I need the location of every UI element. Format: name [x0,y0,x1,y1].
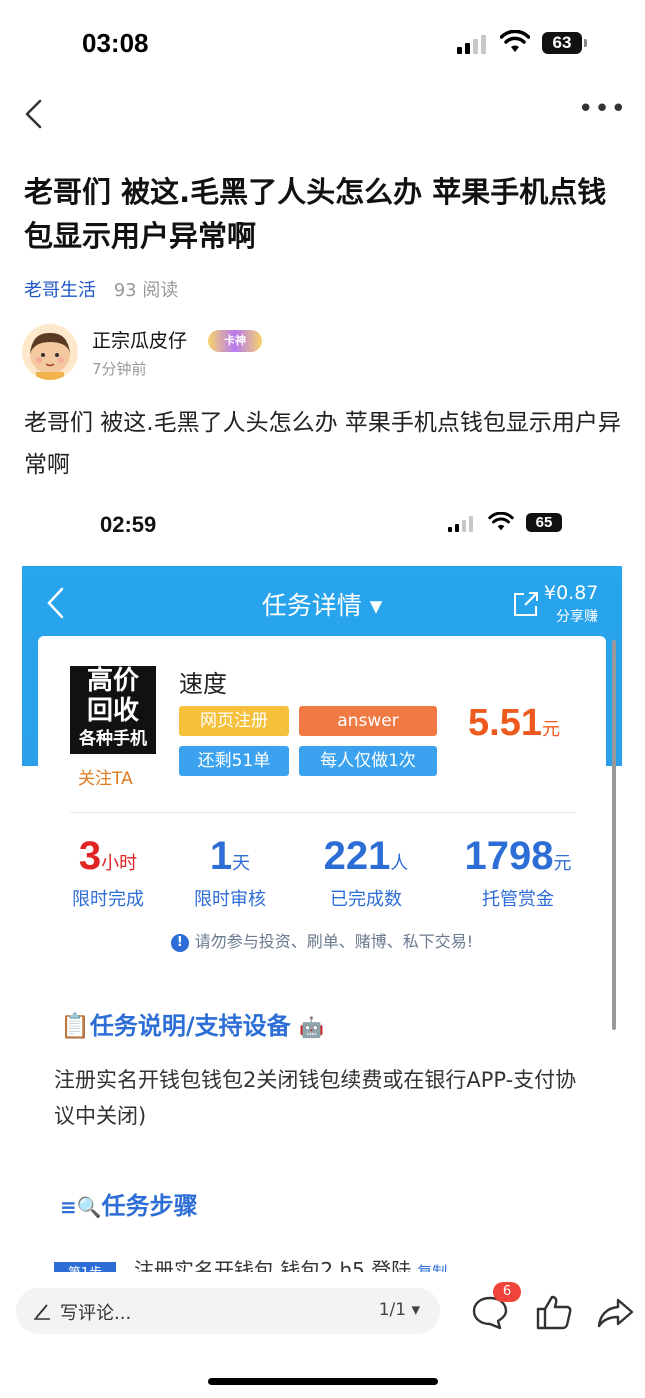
android-icon: 🤖 [299,1015,324,1039]
task-tag: 网页注册 [179,706,289,736]
signal-icon [457,34,486,54]
image-share: ¥0.87 分享赚 [512,580,622,630]
search-list-icon: ≡🔍 [60,1195,102,1219]
status-bar: 03:08 63 [0,26,645,62]
task-summary-card: 高价 回收 各种手机 关注TA 速度 网页注册 answer 还剩51单 每人仅… [38,636,606,968]
shop-logo: 高价 回收 各种手机 [70,666,156,754]
follow-label: 关注TA [78,769,133,789]
like-icon[interactable] [534,1292,574,1332]
share-icon[interactable] [596,1292,636,1332]
comment-placeholder: 写评论... [60,1303,132,1324]
stat-item: 3小时 限时完成 [72,834,144,910]
stat-item: 1798元 托管赏金 [464,834,572,910]
author-row[interactable]: 正宗瓜皮仔 卡神 7分钟前 [22,324,422,384]
task-tag: 还剩51单 [179,746,289,776]
section-title: ≡🔍任务步骤 [60,1192,198,1220]
image-signal-icon [448,516,473,532]
info-icon: ! [170,934,189,952]
read-count: 93 阅读 [113,280,179,301]
divider [70,812,576,813]
step-item: 第1步注册实名开钱包 钱包2 h5 登陆复制 [54,1254,447,1272]
task-price: 5.51元 [468,702,560,744]
group-link[interactable]: 老哥生活 [24,280,96,301]
author-name[interactable]: 正宗瓜皮仔 [92,326,187,353]
more-icon[interactable]: ••• [578,96,626,122]
image-wifi-icon [488,512,514,531]
comment-input[interactable]: 写评论... 1/1 ▾ [16,1288,440,1334]
wifi-icon [500,30,530,52]
stat-item: 1天 限时审核 [194,834,266,910]
level-badge: 卡神 [208,330,262,352]
home-indicator [208,1378,438,1385]
post-image[interactable]: 02:59 65 任务详情 ▾ ¥0.87 分享赚 高价 回收 各种手机 关注T… [22,500,622,1272]
pen-icon [34,1304,50,1320]
task-name: 速度 [179,670,227,698]
task-tag: 每人仅做1次 [299,746,437,776]
page-indicator[interactable]: 1/1 ▾ [379,1300,420,1320]
share-box-icon [514,592,538,616]
section-desc: 注册实名开钱包钱包2关闭钱包续费或在银行APP-支付协议中关闭) [54,1068,577,1128]
section-title: 📋任务说明/支持设备 🤖 [60,1012,324,1040]
stat-item: 221人 已完成数 [323,834,409,910]
battery-icon: 63 [542,32,587,54]
comment-count-badge: 6 [493,1282,521,1302]
share-label: 分享赚 [556,609,598,625]
post-time: 7分钟前 [92,360,147,378]
status-time: 03:08 [82,28,149,58]
clipboard-icon: 📋 [60,1012,90,1040]
task-description-card: 📋任务说明/支持设备 🤖 注册实名开钱包钱包2关闭钱包续费或在银行APP-支付协… [38,986,606,1148]
image-battery-icon: 65 [526,513,562,532]
post-title: 老哥们 被这.毛黑了人头怎么办 苹果手机点钱包显示用户异常啊 [24,175,607,253]
warning-notice: ! 请勿参与投资、刷单、赌博、私下交易! [38,928,606,952]
image-status-time: 02:59 [100,512,157,537]
task-tag: answer [299,706,437,736]
post-body: 老哥们 被这.毛黑了人头怎么办 苹果手机点钱包显示用户异常啊 [24,410,621,478]
bottom-bar: 写评论... 1/1 ▾ 6 [0,1274,645,1398]
back-icon[interactable] [22,98,46,130]
scrollbar [612,640,616,1030]
task-steps-card: ≡🔍任务步骤 第1步注册实名开钱包 钱包2 h5 登陆复制 [38,1166,606,1272]
avatar[interactable] [22,324,78,380]
post-meta: 老哥生活 93 阅读 [24,276,178,302]
share-amount: ¥0.87 [544,582,599,604]
